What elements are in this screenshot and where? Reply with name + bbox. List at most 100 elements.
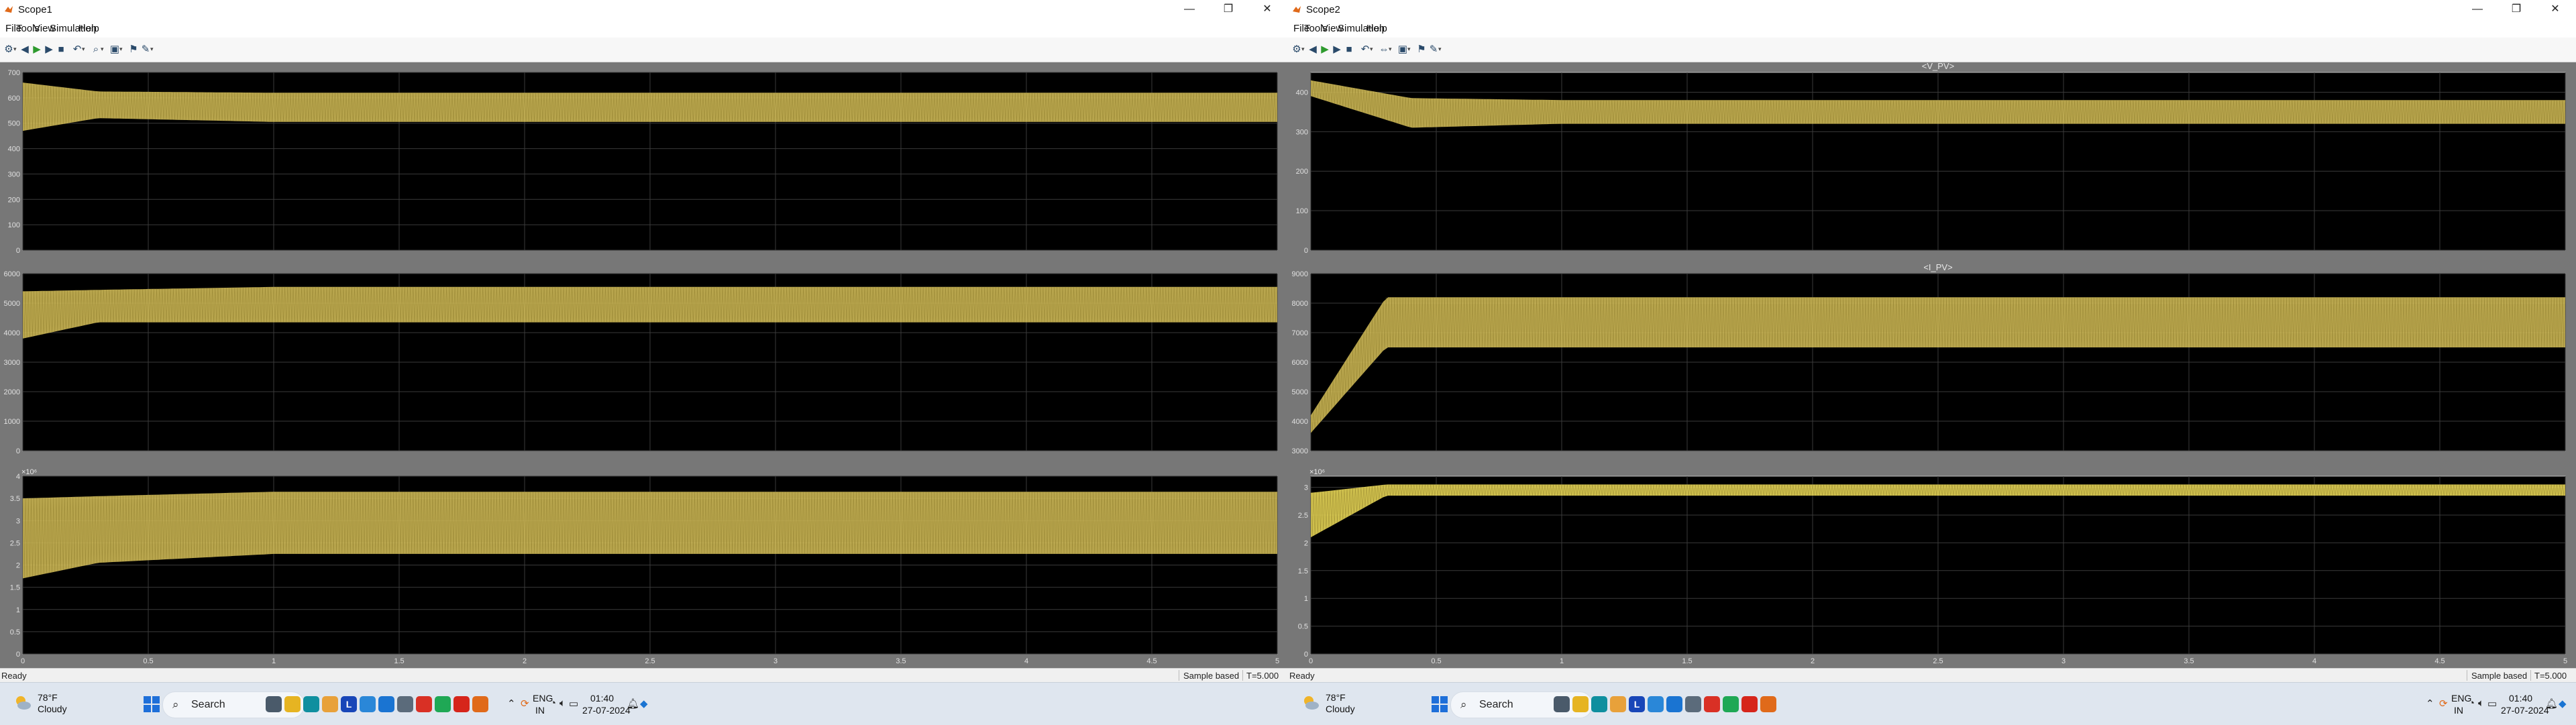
chevron-down-icon[interactable]: ▾ <box>1438 46 1442 53</box>
y-tick-label: 2 <box>1304 539 1308 547</box>
file-explorer-icon[interactable] <box>1572 696 1589 712</box>
axes-1: 0 100 200 300 400 500 600 700 <box>8 69 1278 255</box>
y-tick-label: 6000 <box>1292 359 1308 367</box>
edge-icon[interactable] <box>303 696 319 712</box>
file-explorer-icon[interactable] <box>284 696 301 712</box>
y-tick-label: 300 <box>8 170 20 178</box>
scope2-window: Scope2 — ❐ ✕ File Tools View Simulation … <box>1288 0 2576 683</box>
y-tick-label: 3000 <box>1292 447 1308 455</box>
matlab-icon[interactable] <box>1760 696 1776 712</box>
chevron-up-icon[interactable]: ⌃ <box>2426 698 2434 710</box>
x-tick-label: 0 <box>21 657 25 665</box>
chevron-down-icon[interactable]: ▾ <box>119 46 123 53</box>
chevron-down-icon[interactable]: ▾ <box>150 46 154 53</box>
title-bar: Scope1 — ❐ ✕ <box>0 0 1288 19</box>
windows-start-icon[interactable] <box>1429 693 1450 715</box>
copilot-icon[interactable]: ◆ <box>2559 698 2567 710</box>
y-tick-label: 2000 <box>4 388 20 396</box>
volume-icon[interactable]: 🔈︎ <box>559 698 566 709</box>
y-tick-label: 3.5 <box>10 495 20 503</box>
matlab-icon <box>5 6 13 13</box>
y-tick-label: 1 <box>1304 595 1308 603</box>
minimize-button[interactable]: — <box>1170 0 1209 19</box>
axes-multiplier: ×10⁶ <box>1309 468 1325 476</box>
close-button[interactable]: ✕ <box>2536 0 2575 19</box>
chrome-icon[interactable] <box>416 696 432 712</box>
chevron-down-icon[interactable]: ▾ <box>1370 46 1373 53</box>
y-tick-label: 600 <box>8 95 20 103</box>
update-icon[interactable]: ⟳ <box>2439 698 2448 710</box>
axes-3: ×10⁶ 0 0.5 1 1.5 2 2.5 3 3.5 4 0 0.5 1 1.5 2 2.5 3 3.5 4 4.… <box>10 468 1279 665</box>
volume-icon[interactable]: 🔈︎ <box>2478 698 2484 709</box>
y-tick-label: 0 <box>1304 651 1308 659</box>
menu-help[interactable]: Help <box>1366 23 1387 34</box>
l-app-icon[interactable]: L <box>1629 696 1645 712</box>
y-tick-label: 700 <box>8 69 20 77</box>
acrobat-icon[interactable] <box>453 696 470 712</box>
system-tray: ⌃ ⟳ ENG IN ◔ 🔈︎ ▭ 01:40 27-07-2024 🔔︎ ◆ <box>2422 683 2576 725</box>
settings-icon[interactable] <box>1685 696 1701 712</box>
calendar-app-icon[interactable] <box>1666 696 1682 712</box>
taskview-icon[interactable] <box>266 696 282 712</box>
store-icon[interactable] <box>322 696 338 712</box>
settings-icon[interactable] <box>397 696 413 712</box>
weather-condition: Cloudy <box>38 704 67 714</box>
stop-icon[interactable]: ■ <box>1342 42 1356 56</box>
clock-date[interactable]: 27-07-2024 <box>582 705 631 716</box>
store-icon[interactable] <box>1610 696 1626 712</box>
pen-app-icon[interactable] <box>360 696 376 712</box>
calendar-app-icon[interactable] <box>378 696 394 712</box>
clock-time[interactable]: 01:40 <box>2509 693 2532 704</box>
sample-mode-text: Sample based <box>2471 671 2528 681</box>
minimize-button[interactable]: — <box>2458 0 2497 19</box>
x-tick-label: 0 <box>1309 657 1313 665</box>
chevron-down-icon[interactable]: ▾ <box>1407 46 1411 53</box>
clock-date[interactable]: 27-07-2024 <box>2501 705 2549 716</box>
sample-mode-text: Sample based <box>1183 671 1240 681</box>
pen-app-icon[interactable] <box>1648 696 1664 712</box>
wifi-icon[interactable]: ◔ <box>550 698 556 709</box>
taskbar-search[interactable]: ⌕ Search <box>162 691 305 718</box>
search-label: Search <box>191 699 225 710</box>
notification-bell-icon[interactable]: 🔔︎ <box>2545 698 2558 710</box>
chevron-down-icon[interactable]: ▾ <box>101 46 104 53</box>
menu-help[interactable]: Help <box>78 23 99 34</box>
y-tick-label: 200 <box>8 196 20 204</box>
battery-icon[interactable]: ▭ <box>569 698 578 710</box>
search-icon: ⌕ <box>172 698 179 711</box>
battery-icon[interactable]: ▭ <box>2487 698 2497 710</box>
wifi-icon[interactable]: ◔ <box>2469 698 2475 709</box>
windows-start-icon[interactable] <box>141 693 162 715</box>
update-icon[interactable]: ⟳ <box>521 698 529 710</box>
maximize-button[interactable]: ❐ <box>2497 0 2536 19</box>
system-tray: ⌃ ⟳ ENG IN ◔ 🔈︎ ▭ 01:40 27-07-2024 🔔︎ ◆ <box>503 683 1288 725</box>
whatsapp-icon[interactable] <box>1723 696 1739 712</box>
x-tick-label: 4.5 <box>1146 657 1157 665</box>
maximize-button[interactable]: ❐ <box>1209 0 1248 19</box>
acrobat-icon[interactable] <box>1741 696 1758 712</box>
y-tick-label: 9000 <box>1292 270 1308 278</box>
edge-icon[interactable] <box>1591 696 1607 712</box>
region-text[interactable]: IN <box>2454 705 2463 716</box>
whatsapp-icon[interactable] <box>435 696 451 712</box>
chevron-down-icon[interactable]: ▾ <box>1389 46 1392 53</box>
stop-icon[interactable]: ■ <box>54 42 68 56</box>
chrome-icon[interactable] <box>1704 696 1720 712</box>
x-tick-label: 2.5 <box>1933 657 1943 665</box>
notification-bell-icon[interactable]: 🔔︎ <box>627 698 639 710</box>
close-button[interactable]: ✕ <box>1248 0 1287 19</box>
chevron-down-icon[interactable]: ▾ <box>82 46 85 53</box>
taskbar-search[interactable]: ⌕ Search <box>1450 691 1593 718</box>
chevron-down-icon[interactable]: ▾ <box>1301 46 1305 53</box>
x-tick-label: 3 <box>773 657 777 665</box>
chevron-up-icon[interactable]: ⌃ <box>507 698 516 710</box>
l-app-icon[interactable]: L <box>341 696 357 712</box>
clock-time[interactable]: 01:40 <box>590 693 614 704</box>
taskview-icon[interactable] <box>1554 696 1570 712</box>
chevron-down-icon[interactable]: ▾ <box>13 46 17 53</box>
y-tick-label: 1.5 <box>10 584 20 592</box>
x-tick-label: 1 <box>1560 657 1564 665</box>
matlab-icon[interactable] <box>472 696 488 712</box>
copilot-icon[interactable]: ◆ <box>640 698 648 710</box>
region-text[interactable]: IN <box>535 705 545 716</box>
